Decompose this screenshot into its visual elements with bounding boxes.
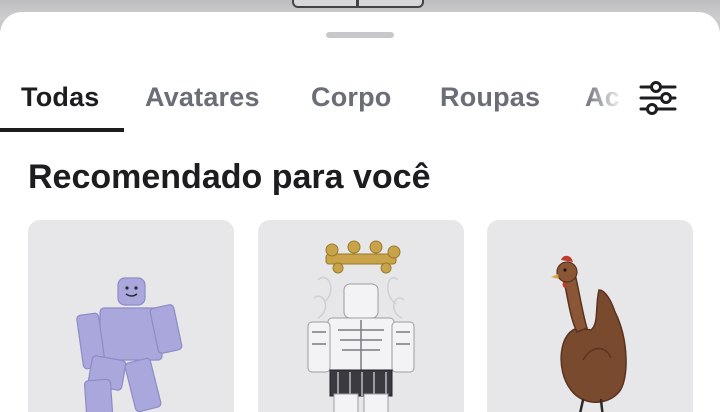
tab-todas[interactable]: Todas bbox=[21, 82, 100, 113]
section-title: Recomendado para você bbox=[28, 158, 431, 196]
item-card-warrior[interactable] bbox=[258, 220, 464, 412]
lavender-avatar-figure bbox=[76, 277, 183, 412]
filter-button[interactable] bbox=[638, 78, 678, 118]
category-tabs: Todas Avatares Corpo Roupas Ac bbox=[0, 72, 632, 134]
item-card-avatar[interactable] bbox=[28, 220, 234, 412]
tab-corpo[interactable]: Corpo bbox=[311, 82, 391, 113]
tab-roupas[interactable]: Roupas bbox=[440, 82, 540, 113]
active-tab-indicator bbox=[0, 128, 124, 132]
tabs-fade-overlay bbox=[584, 72, 632, 134]
chicken-figure bbox=[551, 255, 627, 412]
tab-avatares[interactable]: Avatares bbox=[145, 82, 260, 113]
bottom-sheet: Todas Avatares Corpo Roupas Ac Recomenda… bbox=[0, 12, 720, 412]
item-card-chicken[interactable] bbox=[487, 220, 693, 412]
sliders-icon bbox=[639, 81, 677, 115]
sheet-drag-handle[interactable] bbox=[326, 32, 394, 38]
armored-warrior-figure bbox=[307, 240, 415, 412]
background-graphic bbox=[292, 0, 424, 8]
